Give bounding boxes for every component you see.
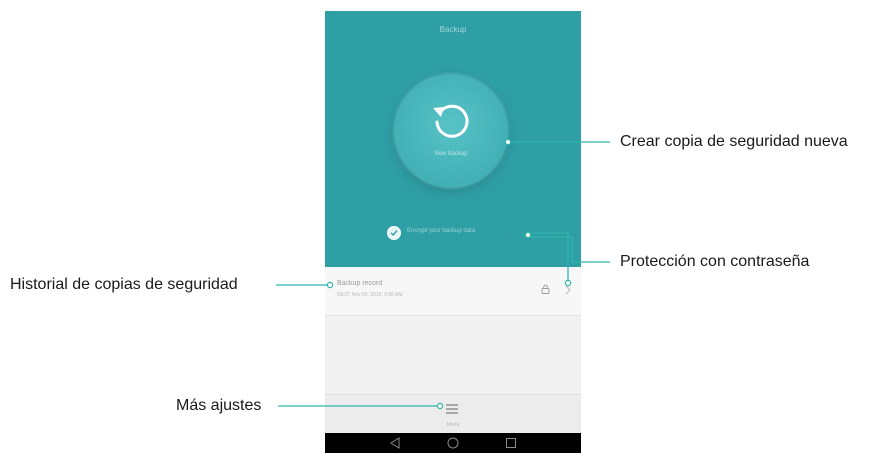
callout-password-protection: Protección con contraseña bbox=[620, 253, 810, 270]
callout-backup-history: Historial de copias de seguridad bbox=[10, 276, 238, 293]
callout-more-settings: Más ajustes bbox=[176, 397, 262, 414]
callout-new-backup: Crear copia de seguridad nueva bbox=[620, 133, 848, 150]
callout-leader-lines bbox=[276, 138, 610, 410]
